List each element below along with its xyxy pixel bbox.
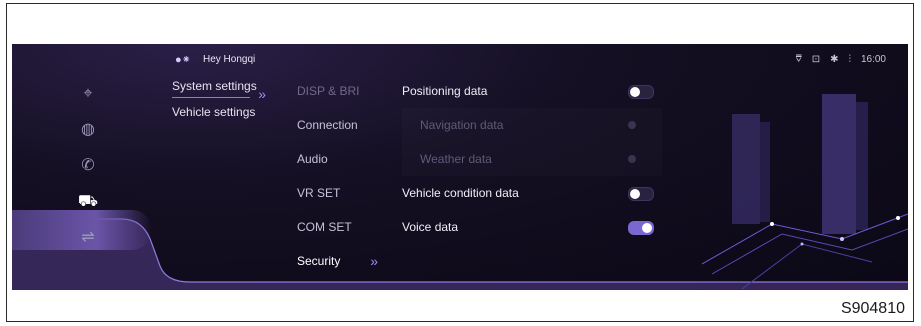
menu-divider xyxy=(172,97,250,98)
nav-rail: ⌖ ◍ ✆ ⛟ ⇌ xyxy=(12,74,152,290)
submenu-item-com-set[interactable]: COM SET xyxy=(297,210,392,244)
microphone-icon: ⩢ xyxy=(795,54,802,65)
status-icons: ⩢ ⊡ ✱ ⫶ 16:00 xyxy=(796,54,886,65)
toggle-knob xyxy=(642,223,652,233)
assistant-logo-icon[interactable]: ●⁕ xyxy=(175,53,191,66)
submenu-item-vr-set[interactable]: VR SET xyxy=(297,176,392,210)
row-label: Positioning data xyxy=(402,84,488,98)
charging-icon[interactable]: ⇌ xyxy=(76,226,100,250)
submenu-item-security[interactable]: Security xyxy=(297,244,392,278)
vehicle-condition-data-row: Vehicle condition data xyxy=(402,176,662,210)
toggle-knob xyxy=(630,87,640,97)
toggle-knob xyxy=(630,189,640,199)
map-pin-icon[interactable]: ⌖ xyxy=(76,82,100,106)
submenu-item-disp-bri[interactable]: DISP & BRI xyxy=(297,74,392,108)
voice-data-toggle[interactable] xyxy=(628,221,654,235)
lock-icon: ⊡ xyxy=(811,54,821,65)
navigation-data-row: Navigation data xyxy=(402,108,662,142)
system-submenu: DISP & BRI Connection Audio VR SET COM S… xyxy=(297,74,392,278)
row-label: Vehicle condition data xyxy=(402,186,519,200)
phone-icon[interactable]: ✆ xyxy=(76,154,100,178)
status-bar: ●⁕ Hey Hongqi ⩢ ⊡ ✱ ⫶ 16:00 xyxy=(12,44,908,74)
clock-time: 16:00 xyxy=(860,54,886,65)
decorative-city-graphic xyxy=(702,94,908,290)
row-label: Navigation data xyxy=(420,118,504,132)
voice-data-row: Voice data xyxy=(402,210,662,244)
bluetooth-icon: ✱ xyxy=(830,54,839,65)
disabled-indicator xyxy=(628,121,636,129)
row-label: Weather data xyxy=(420,152,492,166)
infotainment-screen: ●⁕ Hey Hongqi ⩢ ⊡ ✱ ⫶ 16:00 ⌖ ◍ ✆ ⛟ ⇌ Sy… xyxy=(12,44,908,290)
positioning-data-toggle[interactable] xyxy=(628,85,654,99)
security-content: Positioning data Navigation data Weather… xyxy=(402,74,662,244)
disabled-indicator xyxy=(628,155,636,163)
row-label: Voice data xyxy=(402,220,459,234)
positioning-data-row: Positioning data xyxy=(402,74,662,108)
settings-menu: System settings Vehicle settings xyxy=(172,80,272,127)
vehicle-condition-data-toggle[interactable] xyxy=(628,187,654,201)
signal-icon: ⫶ xyxy=(848,54,851,65)
assistant-name[interactable]: Hey Hongqi xyxy=(203,54,255,65)
submenu-item-connection[interactable]: Connection xyxy=(297,108,392,142)
submenu-item-audio[interactable]: Audio xyxy=(297,142,392,176)
menu-item-system-settings[interactable]: System settings xyxy=(172,80,272,102)
menu-item-vehicle-settings[interactable]: Vehicle settings xyxy=(172,106,272,119)
car-icon[interactable]: ⛟ xyxy=(76,190,100,214)
speedometer-icon[interactable]: ◍ xyxy=(76,118,100,142)
figure-id-label: S904810 xyxy=(840,300,905,317)
weather-data-row: Weather data xyxy=(402,142,662,176)
